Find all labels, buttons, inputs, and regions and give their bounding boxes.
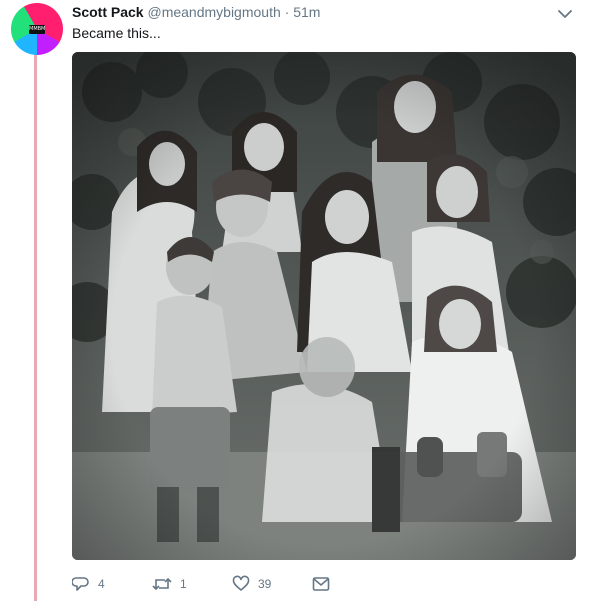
avatar-badge: MMBM [29,25,46,34]
tweet[interactable]: MMBM Scott Pack @meandmybigmouth · 51m B… [0,0,600,601]
author-handle[interactable]: @meandmybigmouth [147,4,280,20]
retweet-button[interactable]: 1 [152,575,232,593]
message-icon [312,576,330,592]
heart-icon [232,575,250,593]
tweet-photo[interactable] [72,52,576,560]
reply-count: 4 [98,577,105,591]
tweet-time[interactable]: 51m [293,4,320,20]
like-count: 39 [258,577,272,591]
retweet-icon [152,575,172,593]
reply-button[interactable]: 4 [72,575,152,593]
tweet-actions: 4 1 39 [72,574,330,594]
photo-illustration [72,52,576,560]
thread-line [34,54,37,601]
direct-message-button[interactable] [312,576,330,592]
reply-icon [72,575,90,593]
separator-dot: · [284,4,290,20]
tweet-header: Scott Pack @meandmybigmouth · 51m [72,3,320,21]
tweet-text: Became this... [72,25,161,41]
chevron-down-icon[interactable] [558,6,572,18]
like-button[interactable]: 39 [232,575,312,593]
retweet-count: 1 [180,577,187,591]
avatar[interactable]: MMBM [11,3,63,55]
author-name[interactable]: Scott Pack [72,4,144,20]
